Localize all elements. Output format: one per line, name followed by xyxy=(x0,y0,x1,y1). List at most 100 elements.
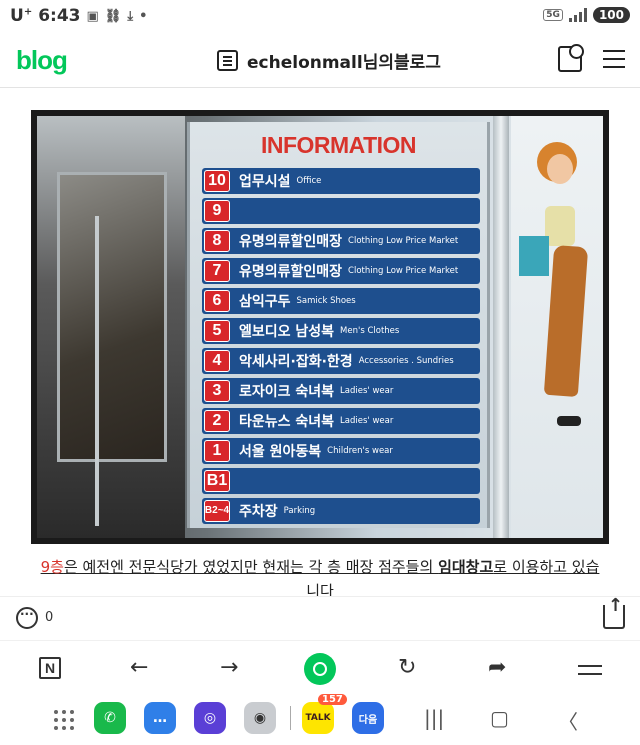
floor-badge: B1 xyxy=(204,470,230,492)
floor-row: B2~4 주차장 Parking xyxy=(202,498,480,524)
floor-name-ko: 주차장 xyxy=(239,504,278,520)
floor-badge: 10 xyxy=(204,170,230,192)
floor-name-en: Men's Clothes xyxy=(340,326,400,336)
floor-name-ko: 타운뉴스 숙녀복 xyxy=(239,414,335,430)
floor-name-ko: 삼익구두 xyxy=(239,294,291,310)
fashion-poster xyxy=(511,116,603,538)
dot-icon: • xyxy=(139,8,148,24)
floor-row: 5 엘보디오 남성복 Men's Clothes xyxy=(202,318,480,344)
forward-icon[interactable]: → xyxy=(220,655,238,680)
android-nav-bar: ✆ … ◎ ◉ TALK 157 다음 ||| ▢ 〈 xyxy=(0,694,640,745)
apps-grid-icon[interactable] xyxy=(54,710,74,730)
post-photo[interactable]: INFORMATION 10 업무시설 Office 9 8 유명의류할인매장 Clothi… xyxy=(31,110,609,544)
dock-separator xyxy=(290,706,291,730)
share-arrow-icon[interactable]: ➦ xyxy=(488,655,506,680)
poster-shoe xyxy=(557,416,581,426)
information-board: INFORMATION 10 업무시설 Office 9 8 유명의류할인매장 Clothi… xyxy=(187,122,490,528)
floor-row: 3 로자이크 숙녀복 Ladies' wear xyxy=(202,378,480,404)
floor-row: 9 xyxy=(202,198,480,224)
messages-app-icon[interactable]: … xyxy=(144,702,176,734)
floor-badge: 3 xyxy=(204,380,230,402)
floor-name-ko: 유명의류할인매장 xyxy=(239,264,343,280)
door-frame xyxy=(95,216,99,526)
floor-row: 10 업무시설 Office xyxy=(202,168,480,194)
poster-bag xyxy=(519,236,549,276)
phone-app-icon[interactable]: ✆ xyxy=(94,702,126,734)
refresh-icon[interactable]: ↻ xyxy=(398,655,416,680)
floor-row: 7 유명의류할인매장 Clothing Low Price Market xyxy=(202,258,480,284)
green-home-button[interactable] xyxy=(304,653,336,685)
recent-apps-icon[interactable]: ||| xyxy=(424,706,444,730)
blog-title-link[interactable]: echelonmall님의블로그 xyxy=(217,48,441,73)
shop-entrance xyxy=(37,116,185,538)
floor-name-en: Samick Shoes xyxy=(296,296,356,306)
poster-pants xyxy=(543,244,589,398)
carrier-label: U+ xyxy=(10,6,33,26)
list-icon xyxy=(217,50,238,71)
floor-row: B1 xyxy=(202,468,480,494)
floor-name-en: Children's wear xyxy=(327,446,393,456)
poster-top xyxy=(545,206,575,246)
network-type: 5G xyxy=(543,9,563,21)
photo-scene: INFORMATION 10 업무시설 Office 9 8 유명의류할인매장 Clothi… xyxy=(37,116,603,538)
naver-home-icon[interactable]: N xyxy=(39,657,61,679)
search-icon[interactable] xyxy=(558,44,584,72)
floor-row: 4 악세사리·잡화·한경 Accessories . Sundries xyxy=(202,348,480,374)
caption-floor: 9층 xyxy=(40,558,64,576)
floor-name-ko: 업무시설 xyxy=(239,174,291,190)
comment-icon[interactable] xyxy=(16,607,38,629)
menu-icon[interactable] xyxy=(603,50,625,68)
share-icon[interactable] xyxy=(603,595,625,629)
status-bar: U+ 6:43 ▣ ⛓ ⤓ • 5G 100 xyxy=(0,0,640,34)
more-menu-icon[interactable] xyxy=(578,665,602,675)
floor-name-en: Ladies' wear xyxy=(340,416,394,426)
battery-indicator: 100 xyxy=(592,7,630,23)
kakao-badge: 157 xyxy=(318,694,347,705)
floor-row: 2 타운뉴스 숙녀복 Ladies' wear xyxy=(202,408,480,434)
floor-row: 8 유명의류할인매장 Clothing Low Price Market xyxy=(202,228,480,254)
link-icon: ⛓ xyxy=(104,8,122,24)
pillar xyxy=(493,116,509,538)
floor-badge: 4 xyxy=(204,350,230,372)
floor-name-en: Clothing Low Price Market xyxy=(348,266,459,276)
screenshot-icon: ▣ xyxy=(86,8,99,24)
poster-head xyxy=(547,154,573,184)
floor-name-en: Parking xyxy=(283,506,316,516)
floor-name-en: Clothing Low Price Market xyxy=(348,236,459,246)
floor-name-ko: 로자이크 숙녀복 xyxy=(239,384,335,400)
caption-text-2: 로 이용하고 있습 xyxy=(493,558,600,576)
blog-title: echelonmall님의블로그 xyxy=(247,53,441,73)
daum-app-icon[interactable]: 다음 xyxy=(352,702,384,734)
kakaotalk-app-icon[interactable]: TALK xyxy=(302,702,334,734)
browser-toolbar: N ← → ↻ ➦ xyxy=(0,640,640,694)
back-icon[interactable]: ← xyxy=(130,655,148,680)
floor-badge: 8 xyxy=(204,230,230,252)
floor-badge: 7 xyxy=(204,260,230,282)
download-icon: ⤓ xyxy=(127,8,134,24)
floor-name-en: Ladies' wear xyxy=(340,386,394,396)
signal-icon xyxy=(568,8,587,22)
floor-name-ko: 악세사리·잡화·한경 xyxy=(239,354,353,370)
comment-count: 0 xyxy=(45,610,54,625)
blog-header: blog echelonmall님의블로그 xyxy=(0,34,640,88)
browser-app-icon[interactable]: ◎ xyxy=(194,702,226,734)
floor-row: 1 서울 원아동복 Children's wear xyxy=(202,438,480,464)
board-title: INFORMATION xyxy=(260,132,417,158)
clock: 6:43 xyxy=(38,6,81,26)
floor-name-ko: 엘보디오 남성복 xyxy=(239,324,335,340)
home-icon[interactable]: ▢ xyxy=(490,706,509,730)
floor-badge: 9 xyxy=(204,200,230,222)
floor-badge: 2 xyxy=(204,410,230,432)
floor-row: 6 삼익구두 Samick Shoes xyxy=(202,288,480,314)
caption-text-1: 은 예전엔 전문식당가 였었지만 현재는 각 층 매장 점주들의 xyxy=(63,558,439,576)
camera-app-icon[interactable]: ◉ xyxy=(244,702,276,734)
back-nav-icon[interactable]: 〈 xyxy=(558,706,578,735)
floor-name-en: Accessories . Sundries xyxy=(358,356,454,366)
floor-name-ko: 유명의류할인매장 xyxy=(239,234,343,250)
floor-name-en: Office xyxy=(296,176,322,186)
blog-logo[interactable]: blog xyxy=(16,45,68,76)
floor-badge: 1 xyxy=(204,440,230,462)
floor-name-ko: 서울 원아동복 xyxy=(239,444,322,460)
floor-badge: 6 xyxy=(204,290,230,312)
shop-window xyxy=(57,172,167,462)
